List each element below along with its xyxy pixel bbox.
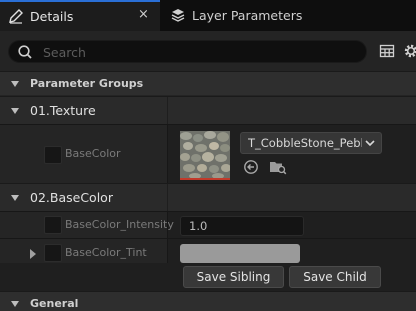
category-label: General	[30, 297, 79, 310]
save-child-button[interactable]: Save Child	[289, 266, 381, 288]
chevron-down-icon	[11, 195, 19, 201]
cobblestone-texture-image	[180, 131, 230, 178]
tab-layer-parameters-label: Layer Parameters	[192, 8, 303, 23]
override-checkbox[interactable]	[44, 216, 62, 234]
category-label: Parameter Groups	[30, 77, 144, 90]
column-divider	[167, 212, 168, 238]
chevron-down-icon	[11, 108, 19, 114]
group-basecolor[interactable]: 02.BaseColor	[0, 183, 416, 212]
chevron-right-icon[interactable]	[30, 249, 36, 259]
details-panel: Parameter Groups 01.Texture BaseColor	[0, 31, 416, 311]
layers-icon	[171, 9, 185, 22]
override-checkbox[interactable]	[44, 146, 62, 164]
param-name: BaseColor_Tint	[65, 246, 147, 259]
pencil-icon	[9, 9, 23, 24]
search-icon	[18, 45, 32, 59]
column-divider	[167, 125, 168, 186]
param-name: BaseColor	[65, 147, 121, 160]
chevron-down-icon	[11, 301, 19, 307]
close-icon[interactable]: ×	[138, 7, 149, 22]
tab-bar: Details × Layer Parameters	[0, 0, 416, 31]
group-texture[interactable]: 01.Texture	[0, 96, 416, 125]
tint-color-swatch[interactable]	[180, 244, 300, 263]
save-buttons-row: Save Sibling Save Child	[0, 263, 416, 291]
asset-name: T_CobbleStone_Pebble	[248, 136, 362, 150]
search-box[interactable]	[8, 40, 367, 63]
param-name-column: BaseColor	[0, 125, 167, 186]
use-selected-asset-icon[interactable]	[243, 159, 259, 175]
save-sibling-button[interactable]: Save Sibling	[183, 266, 284, 288]
category-parameter-groups[interactable]: Parameter Groups	[0, 71, 416, 95]
asset-picker-dropdown[interactable]: T_CobbleStone_Pebble	[240, 132, 382, 154]
intensity-value: 1.0	[189, 219, 208, 233]
chevron-down-icon	[11, 81, 19, 87]
browse-folder-icon[interactable]	[269, 159, 287, 175]
param-name-column: BaseColor_Intensity	[0, 212, 174, 238]
search-input[interactable]	[43, 43, 343, 61]
group-label: 02.BaseColor	[30, 190, 113, 205]
param-row-basecolor: BaseColor T_CobbleStone_Peb	[0, 124, 416, 186]
group-label: 01.Texture	[30, 103, 96, 118]
tab-details[interactable]: Details ×	[0, 0, 160, 31]
chevron-down-icon	[365, 140, 375, 147]
gear-icon[interactable]	[402, 42, 416, 60]
override-checkbox[interactable]	[44, 244, 62, 262]
column-divider	[167, 184, 168, 212]
param-name: BaseColor_Intensity	[65, 218, 174, 231]
intensity-value-field[interactable]: 1.0	[180, 216, 304, 236]
param-row-basecolor-intensity: BaseColor_Intensity 1.0	[0, 211, 416, 238]
column-divider	[167, 97, 168, 125]
category-general[interactable]: General	[0, 291, 416, 311]
search-row	[0, 31, 416, 71]
texture-thumbnail[interactable]	[180, 131, 230, 180]
table-view-icon[interactable]	[379, 43, 395, 59]
tab-details-label: Details	[30, 9, 74, 24]
